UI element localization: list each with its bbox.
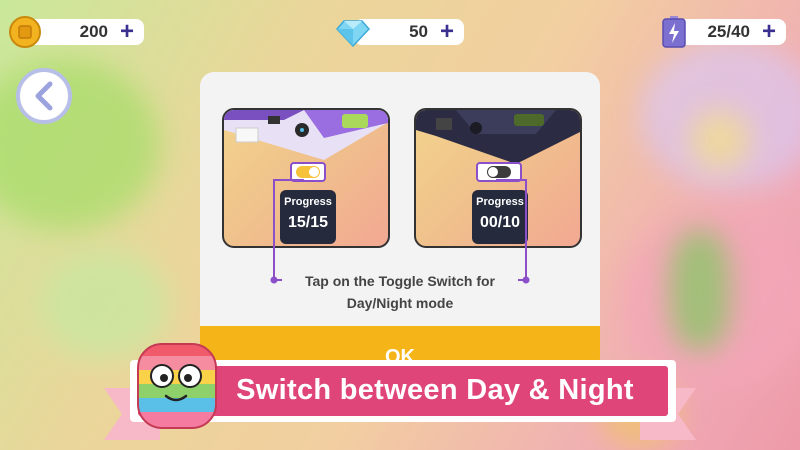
day-room-illustration	[224, 110, 388, 160]
diamond-icon	[336, 20, 370, 47]
chevron-left-icon	[35, 81, 53, 111]
toggle-track-off	[487, 166, 511, 178]
progress-label: Progress	[476, 196, 524, 208]
night-progress-box: Progress 00/10	[472, 190, 528, 244]
toggle-hint-text: Tap on the Toggle Switch for Day/Night m…	[304, 273, 496, 311]
energy-value: 25/40	[707, 22, 750, 41]
night-toggle-switch[interactable]	[476, 162, 522, 182]
banner-title: Switch between Day & Night	[236, 373, 634, 406]
energy-counter: 25/40 +	[662, 16, 786, 48]
tutorial-dialog: Progress 15/15 Progress 00/10 Tap on the…	[200, 72, 600, 372]
progress-value: 00/10	[479, 214, 521, 231]
gem-counter: 50 +	[336, 18, 464, 47]
day-room-card: Progress 15/15	[222, 108, 390, 248]
day-toggle-switch[interactable]	[290, 162, 326, 182]
back-button[interactable]	[16, 68, 72, 124]
night-room-illustration	[416, 110, 580, 164]
gem-value: 50	[409, 22, 428, 41]
coin-counter: 200 +	[8, 16, 144, 48]
toggle-track-on	[296, 166, 320, 178]
add-coins-button[interactable]: +	[120, 20, 134, 44]
progress-value: 15/15	[287, 214, 329, 231]
progress-label: Progress	[284, 196, 332, 208]
add-energy-button[interactable]: +	[762, 20, 776, 44]
energy-battery-icon	[662, 16, 686, 48]
day-progress-box: Progress 15/15	[280, 190, 336, 244]
night-room-card: Progress 00/10	[414, 108, 582, 248]
coin-icon	[9, 16, 41, 48]
add-gems-button[interactable]: +	[440, 20, 454, 44]
coin-value: 200	[79, 22, 108, 41]
